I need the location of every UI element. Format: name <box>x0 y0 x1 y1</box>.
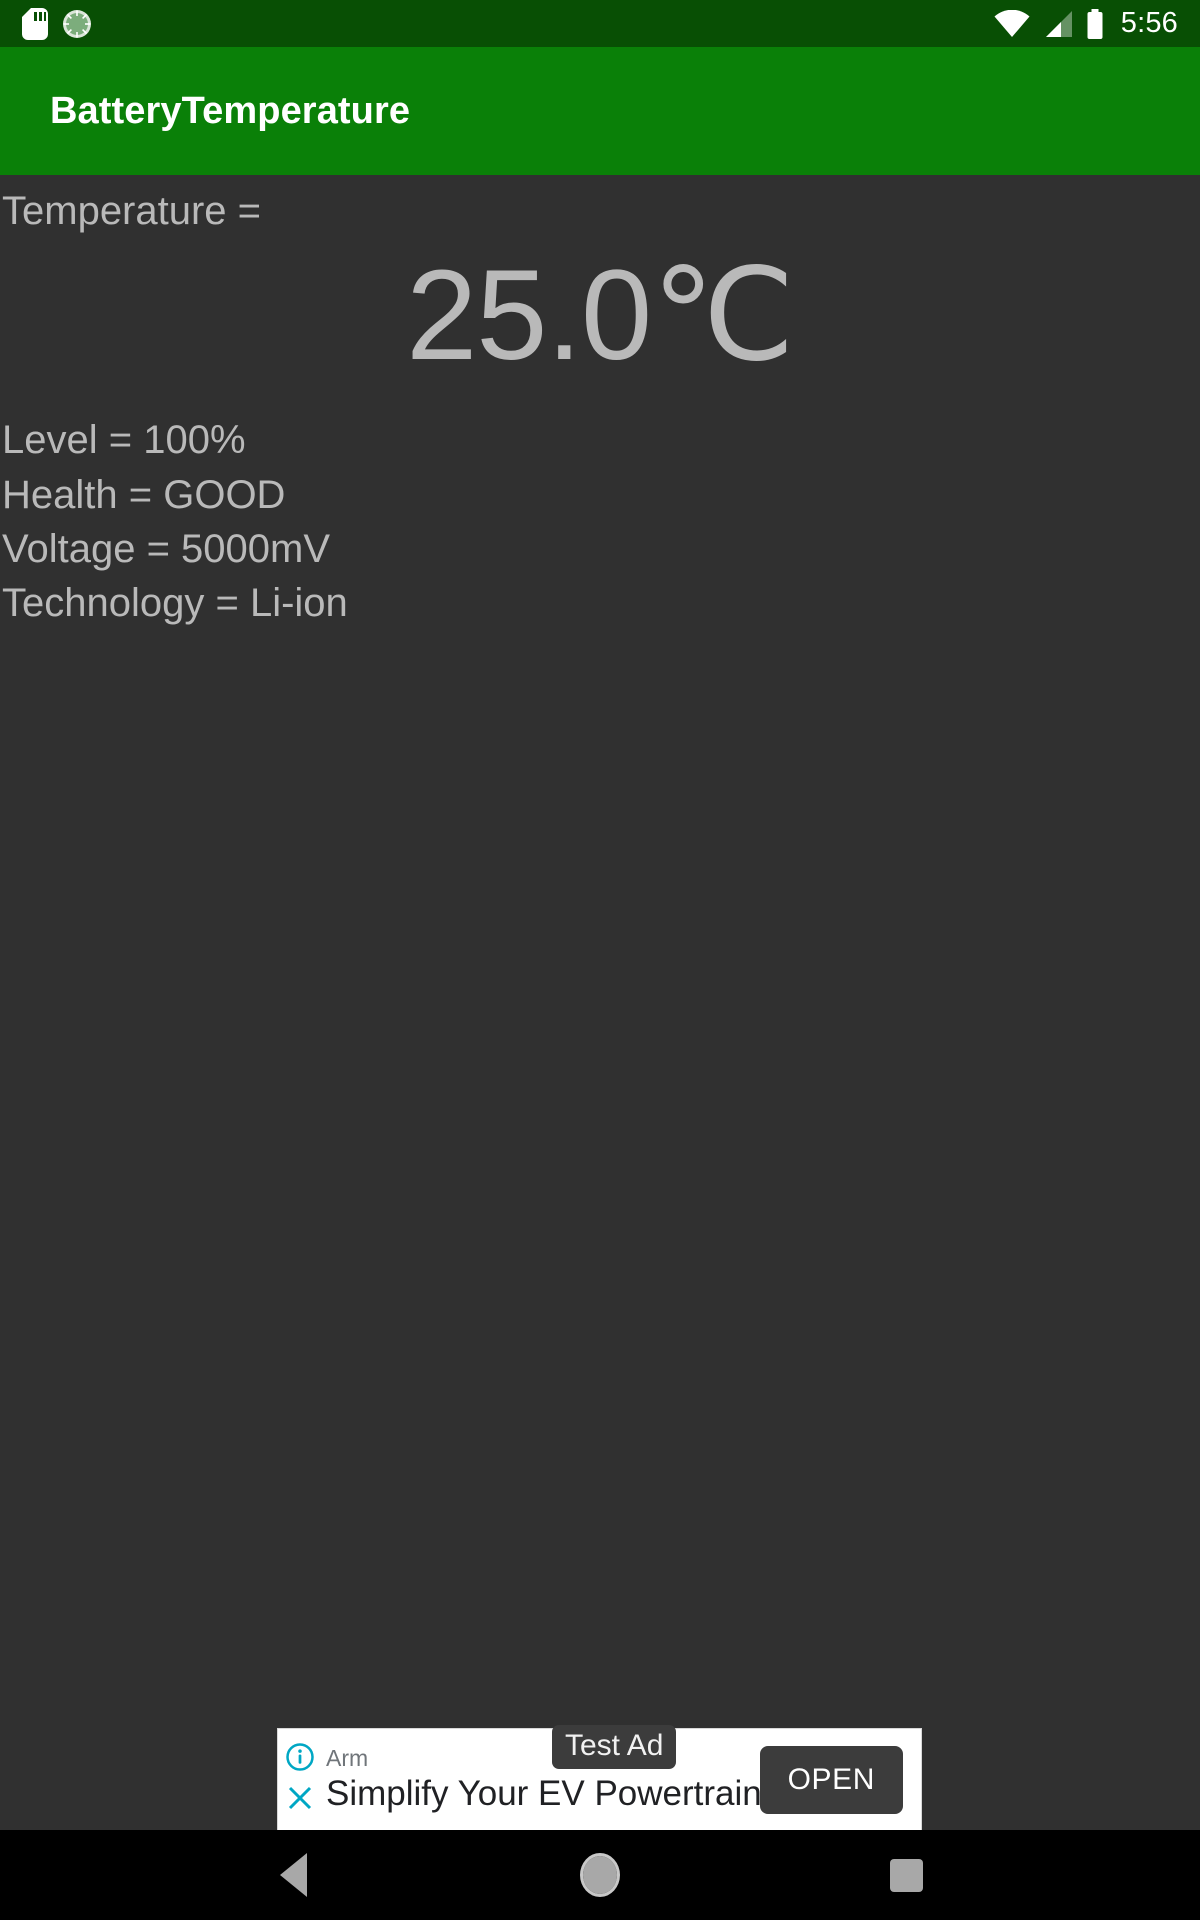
test-ad-badge: Test Ad <box>552 1725 677 1770</box>
status-bar-right-icons: 5:56 <box>994 7 1178 39</box>
status-bar: 5:56 <box>0 0 1200 47</box>
nav-recents-button[interactable] <box>852 1830 962 1920</box>
sync-badge-icon <box>62 9 92 39</box>
recents-square-icon <box>890 1858 924 1892</box>
status-bar-clock: 5:56 <box>1120 7 1178 39</box>
back-triangle-icon <box>279 1853 307 1897</box>
battery-health-line: Health = GOOD <box>2 472 286 517</box>
temperature-label: Temperature = <box>2 189 262 233</box>
ad-headline: Simplify Your EV Powertrain <box>326 1773 760 1813</box>
nav-home-button[interactable] <box>545 1830 655 1920</box>
ad-advertiser-name: Arm <box>326 1746 369 1772</box>
close-x-icon[interactable] <box>285 1783 315 1818</box>
app-title: BatteryTemperature <box>50 89 411 132</box>
app-action-bar: BatteryTemperature <box>0 47 1200 175</box>
battery-info-list: Level = 100% Health = GOOD Voltage = 500… <box>0 387 1200 631</box>
home-circle-icon <box>579 1853 620 1897</box>
ad-text-block: Arm Simplify Your EV Powertrain <box>318 1746 760 1812</box>
battery-voltage-line: Voltage = 5000mV <box>2 526 331 571</box>
nav-back-button[interactable] <box>238 1830 348 1920</box>
battery-icon <box>1086 8 1104 39</box>
temperature-value: 25.0℃ <box>406 243 795 387</box>
main-content: Temperature = 25.0℃ Level = 100% Health … <box>0 175 1200 1830</box>
battery-level-line: Level = 100% <box>2 418 246 463</box>
info-circle-icon[interactable] <box>285 1742 315 1777</box>
android-screen: 5:56 BatteryTemperature Temperature = 25… <box>0 0 1200 1920</box>
status-bar-left-icons <box>22 7 92 40</box>
android-nav-bar <box>0 1830 1200 1920</box>
ad-open-button[interactable]: OPEN <box>759 1745 903 1814</box>
wifi-icon <box>994 9 1030 38</box>
ad-side-controls <box>278 1729 318 1830</box>
sd-card-icon <box>22 7 48 40</box>
cellular-signal-icon <box>1043 10 1073 38</box>
battery-technology-line: Technology = Li-ion <box>2 581 348 626</box>
